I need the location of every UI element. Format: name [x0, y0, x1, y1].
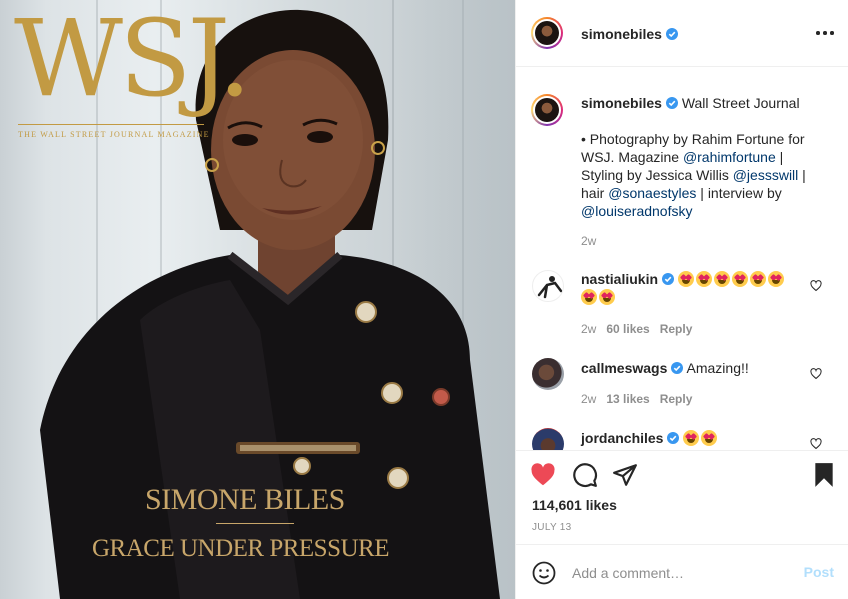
gymnast-avatar-icon — [537, 276, 563, 299]
wsj-logo-letters: WSJ. — [14, 0, 252, 120]
post-comment-button[interactable]: Post — [804, 564, 834, 580]
caption-username[interactable]: simonebiles — [581, 95, 662, 111]
caption-timestamp[interactable]: 2w — [581, 234, 596, 248]
comment-username[interactable]: nastialiukin — [581, 271, 658, 287]
mention-link[interactable]: @louiseradnofsky — [581, 203, 693, 219]
bookmark-saved-icon[interactable] — [811, 462, 837, 488]
verified-badge-icon — [665, 97, 678, 109]
verified-badge-icon — [665, 28, 678, 40]
emoji-smile-icon[interactable] — [532, 561, 556, 585]
reply-button[interactable]: Reply — [660, 392, 693, 406]
heart-eyes-emoji-icon — [599, 289, 615, 305]
avatar[interactable] — [532, 270, 564, 302]
like-comment-heart-icon[interactable] — [810, 280, 822, 292]
mention-link[interactable]: @jessswill — [733, 167, 799, 183]
reply-button[interactable]: Reply — [660, 322, 693, 336]
heart-eyes-emoji-icon — [749, 271, 766, 287]
wsj-logo-tagline: THE WALL STREET JOURNAL MAGAZINE — [18, 130, 210, 139]
like-heart-icon[interactable] — [530, 462, 556, 488]
cover-divider — [216, 523, 294, 524]
wsj-magazine-logo: WSJ. THE WALL STREET JOURNAL MAGAZINE — [14, 6, 252, 146]
verified-badge-icon — [662, 273, 675, 285]
more-options-icon[interactable] — [815, 25, 835, 41]
heart-eyes-emoji-group — [683, 430, 719, 446]
post-header: simonebiles — [516, 0, 848, 67]
heart-eyes-emoji-icon — [677, 271, 694, 287]
comments-list[interactable]: simonebiles Wall Street Journal • Photog… — [516, 68, 848, 450]
comment-meta: 2w 60 likes Reply — [581, 322, 692, 336]
mention-link[interactable]: @sonaestyles — [608, 185, 696, 201]
post-actions: 114,601 likes JULY 13 — [516, 450, 848, 544]
avatar[interactable] — [531, 17, 563, 49]
comment-text: jordanchiles — [581, 429, 801, 447]
post-sidebar: simonebiles simonebiles Wall Street Jour… — [515, 0, 848, 599]
heart-eyes-emoji-icon — [713, 271, 730, 287]
add-comment-bar: Post — [516, 544, 848, 599]
comment-text: callmeswags Amazing!! — [581, 359, 801, 377]
heart-eyes-emoji-icon — [767, 271, 784, 287]
comment-bubble-icon[interactable] — [572, 462, 598, 488]
comment-timestamp[interactable]: 2w — [581, 392, 596, 406]
comment-body: Amazing!! — [686, 360, 749, 376]
comment-username[interactable]: jordanchiles — [581, 430, 663, 446]
mention-link[interactable]: @rahimfortune — [683, 149, 776, 165]
heart-eyes-emoji-icon — [695, 271, 712, 287]
verified-badge-icon — [667, 432, 680, 444]
comment-meta: 2w 13 likes Reply — [581, 392, 692, 406]
caption-line1: Wall Street Journal — [681, 95, 800, 111]
post-caption: simonebiles Wall Street Journal • Photog… — [581, 94, 816, 220]
share-send-icon[interactable] — [612, 462, 638, 488]
avatar[interactable] — [532, 358, 564, 390]
cover-title: SIMONE BILES — [145, 483, 345, 516]
comment-timestamp[interactable]: 2w — [581, 322, 596, 336]
comment-input[interactable] — [572, 559, 792, 587]
heart-eyes-emoji-icon — [581, 289, 597, 305]
instagram-post: WSJ. THE WALL STREET JOURNAL MAGAZINE SI… — [0, 0, 848, 599]
heart-eyes-emoji-icon — [683, 430, 700, 446]
comment-likes[interactable]: 60 likes — [606, 322, 649, 336]
cover-subtitle: GRACE UNDER PRESSURE — [92, 535, 390, 562]
likes-count[interactable]: 114,601 likes — [532, 497, 617, 513]
avatar[interactable] — [531, 94, 563, 126]
heart-eyes-emoji-icon — [701, 430, 718, 446]
wsj-logo-rule — [18, 124, 204, 125]
comment-username[interactable]: callmeswags — [581, 360, 667, 376]
header-username-text[interactable]: simonebiles — [581, 26, 662, 42]
comment-likes[interactable]: 13 likes — [606, 392, 649, 406]
like-comment-heart-icon[interactable] — [810, 368, 822, 380]
heart-eyes-emoji-icon — [731, 271, 748, 287]
header-username[interactable]: simonebiles — [581, 26, 678, 42]
avatar[interactable] — [532, 428, 564, 450]
post-photo[interactable]: WSJ. THE WALL STREET JOURNAL MAGAZINE SI… — [0, 0, 515, 599]
verified-badge-icon — [671, 362, 684, 374]
comment-text: nastialiukin — [581, 270, 801, 306]
caption-text: | interview by — [696, 185, 782, 201]
post-date[interactable]: JULY 13 — [532, 522, 572, 533]
like-comment-heart-icon[interactable] — [810, 438, 822, 450]
